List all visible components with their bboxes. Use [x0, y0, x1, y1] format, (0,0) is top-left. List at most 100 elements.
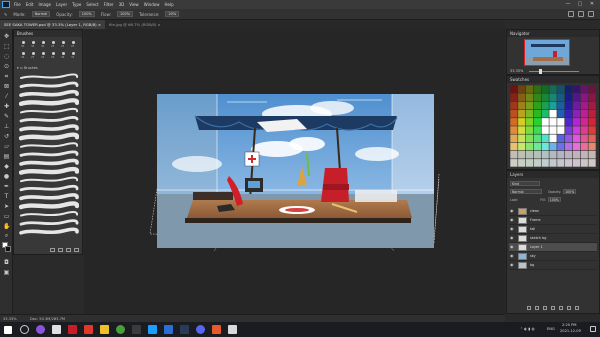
color-swatch[interactable]	[588, 142, 596, 151]
language-indicator[interactable]: ENG	[547, 327, 555, 331]
color-swatch[interactable]	[572, 126, 581, 134]
color-swatch[interactable]	[565, 159, 573, 167]
color-swatch[interactable]	[518, 118, 526, 126]
color-swatch[interactable]	[518, 109, 526, 118]
app-icon[interactable]	[228, 325, 237, 334]
app-icon[interactable]	[180, 325, 189, 334]
color-swatch[interactable]	[565, 126, 573, 134]
color-swatch[interactable]	[510, 142, 518, 151]
color-swatch[interactable]	[525, 126, 534, 134]
layer-mask-icon[interactable]	[543, 306, 547, 310]
zoom-tool-icon[interactable]: ⌕	[3, 232, 10, 239]
brush-stroke-preview[interactable]	[20, 211, 79, 217]
quick-mask-icon[interactable]: ◘	[3, 259, 10, 266]
color-swatch[interactable]	[541, 126, 549, 134]
blend-mode-select[interactable]: Normal	[510, 189, 542, 194]
app-icon[interactable]	[148, 325, 157, 334]
color-swatch[interactable]	[580, 109, 588, 118]
shape-tool-icon[interactable]: ▭	[3, 213, 10, 220]
color-swatch[interactable]	[541, 109, 549, 118]
color-swatch[interactable]	[510, 118, 518, 126]
color-swatch[interactable]	[518, 101, 526, 110]
color-swatch[interactable]	[572, 159, 581, 167]
minimize-button[interactable]: —	[562, 0, 574, 9]
background-color[interactable]	[5, 246, 11, 252]
tray-icons[interactable]: ⌃ ◐ ▮ ◍	[520, 327, 535, 331]
color-swatch[interactable]	[580, 93, 588, 102]
dodge-tool-icon[interactable]: ●	[3, 173, 10, 180]
brush-preset[interactable]	[42, 52, 45, 55]
color-swatch[interactable]	[525, 85, 534, 93]
color-swatch[interactable]	[510, 126, 518, 134]
visibility-eye-icon[interactable]: ◉	[510, 236, 515, 240]
color-swatch[interactable]	[572, 118, 581, 126]
zoom-slider-knob[interactable]	[539, 69, 542, 74]
color-swatch[interactable]	[525, 109, 534, 118]
brush-preset[interactable]	[22, 52, 25, 55]
color-swatch[interactable]	[533, 150, 541, 159]
app-icon[interactable]	[36, 325, 45, 334]
navigator-zoom[interactable]: 33.33%	[510, 69, 523, 73]
discord-icon[interactable]	[196, 325, 205, 334]
color-swatch[interactable]	[572, 101, 581, 110]
screen-mode-icon[interactable]: ▣	[3, 269, 10, 276]
app-icon[interactable]	[212, 325, 221, 334]
brush-stroke-preview[interactable]	[20, 142, 79, 148]
app-icon[interactable]	[84, 325, 93, 334]
menu-window[interactable]: Window	[144, 0, 160, 9]
color-swatch[interactable]	[572, 109, 581, 118]
color-swatch[interactable]	[557, 85, 565, 93]
color-swatch[interactable]	[533, 118, 541, 126]
brush-preset[interactable]	[32, 52, 35, 55]
crop-tool-icon[interactable]: ⌗	[3, 73, 10, 80]
color-swatch[interactable]	[580, 134, 588, 143]
brush-stroke-preview[interactable]	[19, 124, 79, 132]
menu-help[interactable]: Help	[164, 0, 173, 9]
color-swatch[interactable]	[533, 85, 541, 93]
color-swatch[interactable]	[557, 142, 565, 151]
tolerance-field[interactable]: 20%	[165, 11, 180, 17]
gradient-tool-icon[interactable]: ▤	[3, 153, 10, 160]
color-swatch[interactable]	[518, 142, 526, 151]
layer-fill-field[interactable]: 100%	[547, 197, 561, 202]
color-swatch[interactable]	[588, 85, 596, 93]
layer-row[interactable]: ◉ bg	[509, 261, 597, 270]
color-swatch[interactable]	[533, 142, 541, 151]
brush-preset[interactable]	[62, 41, 65, 44]
mode-select[interactable]: Normal	[31, 11, 51, 17]
color-swatch[interactable]	[518, 93, 526, 102]
history-brush-tool-icon[interactable]: ↺	[3, 133, 10, 140]
visibility-eye-icon[interactable]: ◉	[510, 218, 515, 222]
blur-tool-icon[interactable]: ◆	[3, 163, 10, 170]
maximize-button[interactable]: ▢	[574, 0, 586, 9]
search-icon[interactable]	[20, 325, 29, 334]
eyedropper-tool-icon[interactable]: ⁄	[3, 93, 10, 100]
menu-filter[interactable]: Filter	[104, 0, 114, 9]
color-swatch[interactable]	[549, 101, 557, 110]
color-swatch[interactable]	[588, 109, 596, 118]
color-swatch[interactable]	[588, 93, 596, 102]
color-swatch[interactable]	[549, 159, 557, 167]
color-swatch[interactable]	[565, 134, 573, 143]
eraser-tool-icon[interactable]: ▱	[3, 143, 10, 150]
type-tool-icon[interactable]: T	[3, 193, 10, 200]
color-swatch[interactable]	[565, 109, 573, 118]
color-swatch[interactable]	[580, 126, 588, 134]
brush-stroke-preview[interactable]	[19, 81, 79, 88]
app-icon[interactable]	[52, 325, 61, 334]
color-swatch[interactable]	[557, 159, 565, 167]
link-layers-icon[interactable]	[527, 306, 531, 310]
menu-select[interactable]: Select	[86, 0, 98, 9]
color-swatch[interactable]	[572, 134, 581, 143]
color-swatch[interactable]	[541, 142, 549, 151]
color-swatch[interactable]	[518, 134, 526, 143]
brush-preset[interactable]	[32, 41, 35, 44]
color-swatch[interactable]	[525, 150, 534, 159]
color-swatch[interactable]	[549, 93, 557, 102]
chrome-icon[interactable]	[116, 325, 125, 334]
color-swatch[interactable]	[541, 85, 549, 93]
brush-preset[interactable]	[42, 41, 45, 44]
color-swatch[interactable]	[549, 85, 557, 93]
menu-3d[interactable]: 3D	[119, 0, 125, 9]
color-swatch[interactable]	[533, 101, 541, 110]
